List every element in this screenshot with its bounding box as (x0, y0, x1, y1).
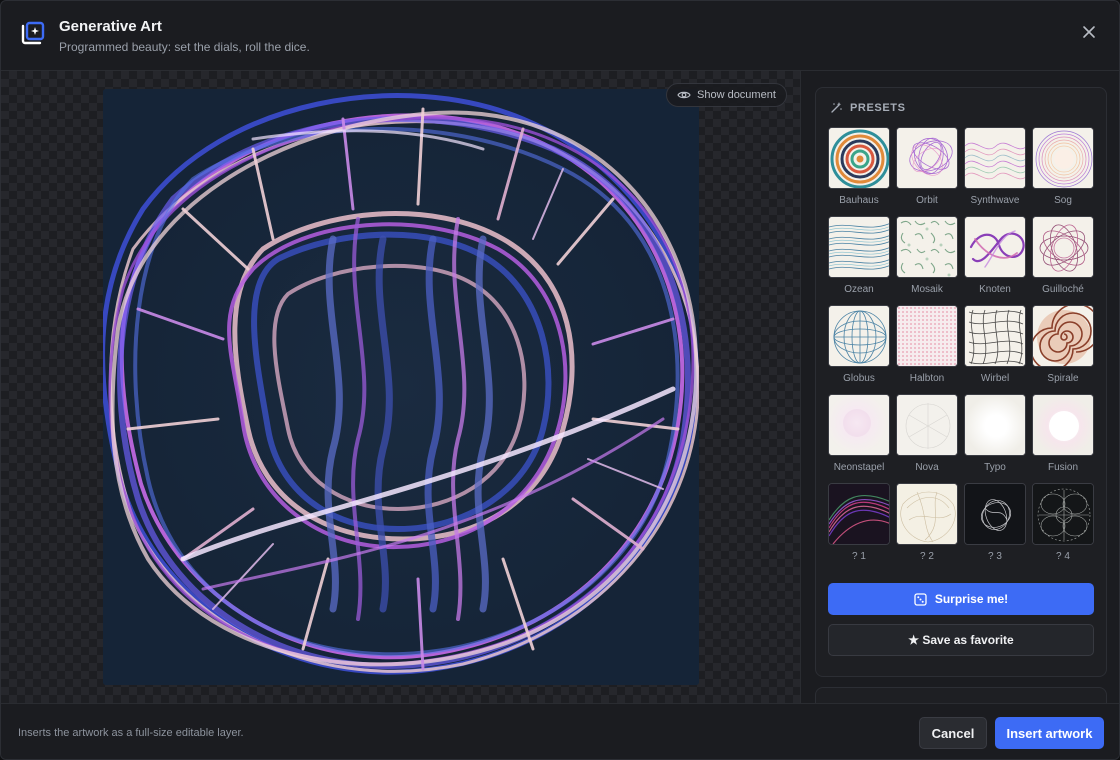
preset-orbit[interactable]: Orbit (896, 127, 958, 208)
preset-thumbnail (828, 305, 890, 367)
presets-heading-label: PRESETS (850, 101, 906, 114)
preset-nova[interactable]: Nova (896, 394, 958, 475)
surprise-me-label: Surprise me! (934, 592, 1009, 606)
preset-label: Knoten (979, 284, 1011, 295)
preset-bauhaus[interactable]: Bauhaus (828, 127, 890, 208)
show-document-label: Show document (697, 89, 776, 101)
save-favorite-button[interactable]: ★ Save as favorite (828, 624, 1094, 656)
preset-thumbnail (828, 216, 890, 278)
preset-random-1[interactable]: ? 1 (828, 483, 890, 564)
preset-label: ? 3 (988, 551, 1002, 562)
preset-thumbnail (964, 305, 1026, 367)
preset-halbton[interactable]: Halbton (896, 305, 958, 386)
preset-random-4[interactable]: ? 4 (1032, 483, 1094, 564)
dice-icon (914, 592, 927, 606)
preset-thumbnail (896, 216, 958, 278)
dialog-footer: Inserts the artwork as a full-size edita… (1, 703, 1119, 759)
preset-thumbnail (964, 483, 1026, 545)
preset-label: Globus (843, 373, 875, 384)
canvas-preview-area: Show document (1, 71, 801, 703)
generative-art-dialog: Generative Art Programmed beauty: set th… (0, 0, 1120, 760)
preset-label: Synthwave (970, 195, 1020, 206)
preset-sog[interactable]: Sog (1032, 127, 1094, 208)
cancel-button[interactable]: Cancel (919, 717, 987, 749)
preset-label: ? 4 (1056, 551, 1070, 562)
presets-heading: PRESETS (830, 101, 906, 114)
preset-label: Spirale (1047, 373, 1079, 384)
preset-thumbnail (1032, 127, 1094, 189)
preset-ozean[interactable]: Ozean (828, 216, 890, 297)
preset-neonstapel[interactable]: Neonstapel (828, 394, 890, 475)
preset-thumbnail (1032, 305, 1094, 367)
sparkle-frame-icon (21, 21, 45, 45)
artwork-canvas[interactable] (103, 89, 699, 685)
preset-thumbnail (896, 394, 958, 456)
preset-globus[interactable]: Globus (828, 305, 890, 386)
close-icon[interactable] (1079, 22, 1099, 42)
preset-guilloche[interactable]: Guilloché (1032, 216, 1094, 297)
preset-thumbnail (964, 216, 1026, 278)
preset-knoten[interactable]: Knoten (964, 216, 1026, 297)
dialog-subtitle: Programmed beauty: set the dials, roll t… (59, 40, 310, 54)
insert-artwork-button[interactable]: Insert artwork (995, 717, 1104, 749)
preset-spirale[interactable]: Spirale (1032, 305, 1094, 386)
preset-thumbnail (1032, 394, 1094, 456)
show-document-button[interactable]: Show document (666, 83, 787, 107)
dialog-header: Generative Art Programmed beauty: set th… (1, 1, 1119, 71)
preset-label: Fusion (1047, 462, 1078, 473)
preset-fusion[interactable]: Fusion (1032, 394, 1094, 475)
preset-label: Ozean (844, 284, 874, 295)
preset-thumbnail (964, 127, 1026, 189)
artwork-image (103, 89, 699, 685)
preset-label: Sog (1054, 195, 1072, 206)
preset-thumbnail (828, 394, 890, 456)
preset-wirbel[interactable]: Wirbel (964, 305, 1026, 386)
preset-label: Nova (915, 462, 939, 473)
preset-label: Wirbel (980, 373, 1010, 384)
preset-label: Neonstapel (833, 462, 885, 473)
preset-mosaik[interactable]: Mosaik (896, 216, 958, 297)
preset-label: Typo (984, 462, 1006, 473)
footer-note: Inserts the artwork as a full-size edita… (18, 727, 244, 739)
dialog-title: Generative Art (59, 18, 162, 35)
preset-label: ? 1 (852, 551, 866, 562)
preset-random-2[interactable]: ? 2 (896, 483, 958, 564)
preset-label: Orbit (916, 195, 938, 206)
presets-card: PRESETS Bauhaus Orbit Synthwave Sog Ozea… (815, 87, 1107, 677)
magic-wand-icon (831, 102, 842, 113)
preset-thumbnail (1032, 483, 1094, 545)
preset-label: Mosaik (911, 284, 943, 295)
preset-thumbnail (1032, 216, 1094, 278)
preset-thumbnail (896, 483, 958, 545)
preset-grid: Bauhaus Orbit Synthwave Sog Ozean Mosaik… (828, 127, 1096, 564)
save-favorite-label: ★ Save as favorite (908, 633, 1014, 647)
preset-label: ? 2 (920, 551, 934, 562)
preset-thumbnail (896, 305, 958, 367)
eye-icon (677, 91, 691, 99)
preset-random-3[interactable]: ? 3 (964, 483, 1026, 564)
surprise-me-button[interactable]: Surprise me! (828, 583, 1094, 615)
preset-label: Bauhaus (839, 195, 879, 206)
preset-label: Guilloché (1042, 284, 1084, 295)
preset-thumbnail (828, 127, 890, 189)
preset-thumbnail (896, 127, 958, 189)
side-panel: PRESETS Bauhaus Orbit Synthwave Sog Ozea… (801, 71, 1119, 727)
preset-typo[interactable]: Typo (964, 394, 1026, 475)
preset-thumbnail (964, 394, 1026, 456)
preset-synthwave[interactable]: Synthwave (964, 127, 1026, 208)
preset-label: Halbton (909, 373, 945, 384)
preset-thumbnail (828, 483, 890, 545)
